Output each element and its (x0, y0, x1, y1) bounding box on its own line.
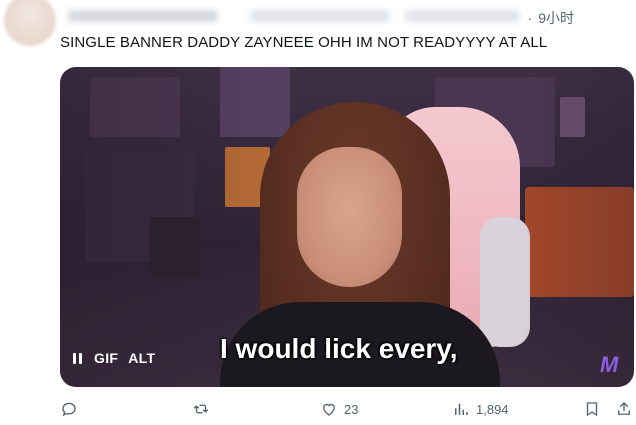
heart-icon (323, 403, 335, 416)
views-count: 1,894 (476, 401, 509, 417)
reply-icon (62, 402, 76, 417)
views-icon (455, 403, 468, 415)
time-label: 9小时 (538, 10, 574, 26)
blurred-extra (405, 10, 520, 22)
share-icon (618, 402, 630, 415)
watermark-logo: M (600, 352, 619, 377)
bookmark-icon (586, 402, 598, 417)
blurred-display-name (68, 10, 218, 22)
retweet-button[interactable] (192, 400, 210, 418)
like-count: 23 (344, 401, 359, 417)
pause-icon[interactable] (70, 351, 84, 365)
media-controls: GIF ALT (70, 350, 155, 366)
like-button[interactable]: 23 (320, 400, 358, 418)
share-button[interactable] (615, 400, 633, 418)
alt-button[interactable]: ALT (128, 350, 155, 366)
blurred-handle (250, 10, 390, 22)
retweet-icon (193, 404, 209, 414)
gif-badge: GIF (94, 350, 119, 366)
tweet-time[interactable]: · 9小时 (528, 8, 574, 28)
bookmark-button[interactable] (583, 400, 601, 418)
media-gif[interactable]: I would lick every, GIF ALT M (60, 67, 634, 387)
tweet-header: · 9小时 (60, 7, 620, 28)
avatar[interactable] (4, 0, 56, 46)
tweet-text: SINGLE BANNER DADDY ZAYNEEE OHH IM NOT R… (60, 34, 548, 51)
views-button[interactable]: 1,894 (452, 400, 509, 418)
tweet-actions: 23 1,894 (0, 396, 636, 424)
subtitle-caption: I would lick every, (220, 333, 458, 364)
reply-button[interactable] (60, 400, 78, 418)
